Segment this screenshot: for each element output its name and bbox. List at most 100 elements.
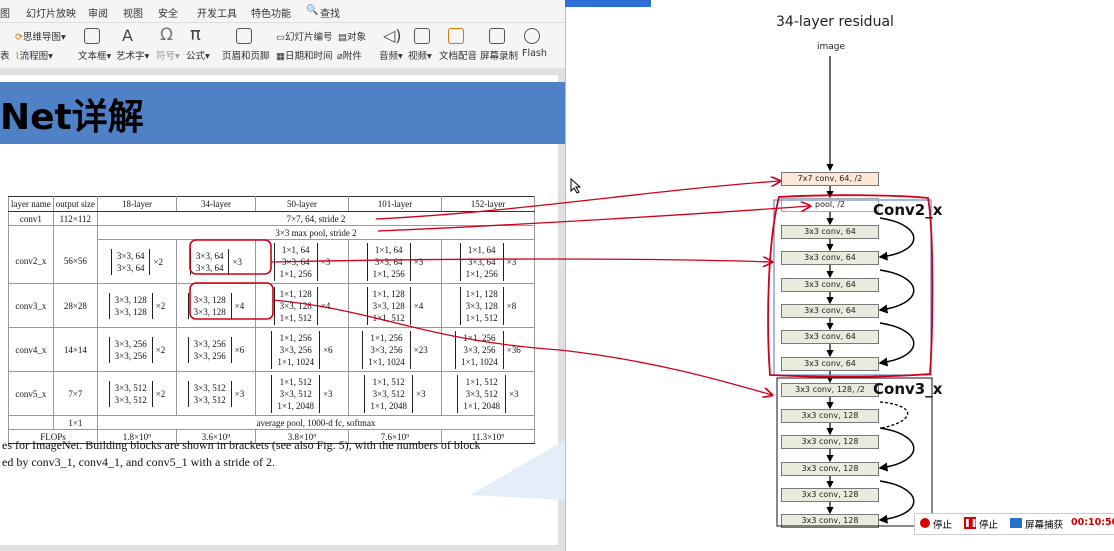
decorative-shape — [470, 440, 565, 500]
screen-record-button[interactable]: 屏幕录制 — [480, 48, 518, 62]
node-conv2: 3x3 conv, 64 — [781, 357, 879, 371]
node-conv1: 7x7 conv, 64, /2 — [781, 172, 879, 186]
cell-block: 3×3, 256 3×3, 256 ×6 — [175, 327, 256, 372]
screen-capture-button[interactable]: 屏幕捕获 — [1025, 517, 1063, 531]
header-50-layer: 50-layer — [254, 196, 349, 212]
table-button-partial[interactable]: 表 — [0, 48, 10, 62]
formula-button[interactable]: 公式▾ — [186, 48, 210, 62]
node-conv3: 3x3 conv, 128 — [781, 488, 879, 502]
pause-recording-button[interactable]: 停止 — [979, 517, 998, 531]
table-row-pool: 3×3 max pool, stride 2 — [8, 225, 535, 240]
node-conv3: 3x3 conv, 128 — [781, 435, 879, 449]
cell-block: 3×3, 64 3×3, 64 ×3 — [175, 239, 256, 284]
table-row-final: 1×1 average pool, 1000-d fc, softmax — [8, 415, 535, 430]
tab-slideshow[interactable]: 幻灯片放映 — [26, 5, 76, 20]
mindmap-button[interactable]: ⟳思维导图▾ — [15, 29, 66, 43]
table-header-row: layer name output size 18-layer 34-layer… — [8, 196, 535, 212]
cell-empty — [8, 225, 54, 240]
window-title-strip — [565, 0, 651, 7]
cell-output-size: 112×112 — [52, 211, 98, 226]
cell-block: 1×1, 64 3×3, 64 1×1, 256 ×3 — [254, 239, 349, 284]
textbox-button[interactable]: 文本框▾ — [78, 48, 111, 62]
label-conv3: Conv3_x — [873, 380, 943, 398]
cell-layer-name: conv2_x — [8, 239, 54, 284]
header-18-layer: 18-layer — [96, 196, 177, 212]
wordart-icon: A — [122, 26, 133, 45]
tab-view[interactable]: 视图 — [123, 5, 143, 20]
date-time-button[interactable]: ▦日期和时间 — [276, 48, 333, 62]
symbol-button[interactable]: 符号▾ — [156, 48, 180, 62]
node-conv2: 3x3 conv, 64 — [781, 330, 879, 344]
tab-features[interactable]: 特色功能 — [251, 5, 291, 20]
flash-button[interactable]: Flash — [522, 48, 547, 59]
tab-insert-partial[interactable]: 图 — [0, 5, 10, 20]
table-caption: es for ImageNet. Building blocks are sho… — [2, 437, 481, 471]
tab-security[interactable]: 安全 — [158, 5, 178, 20]
node-conv2: 3x3 conv, 64 — [781, 225, 879, 239]
record-stop-icon — [920, 518, 930, 528]
slide-number-icon: ▭ — [276, 32, 285, 43]
video-button[interactable]: 视频▾ — [408, 48, 432, 62]
cell-pool-desc: 3×3 max pool, stride 2 — [96, 225, 535, 240]
cell-empty — [52, 225, 98, 240]
table-row-conv3: conv3_x 28×28 3×3, 128 3×3, 128 ×2 3×3, 12… — [8, 283, 535, 328]
cell-block: 3×3, 512 3×3, 512 ×3 — [175, 371, 256, 416]
node-pool: pool, /2 — [781, 198, 879, 212]
flash-icon — [524, 28, 540, 44]
diagram-title: 34-layer residual — [776, 14, 894, 30]
node-conv2: 3x3 conv, 64 — [781, 278, 879, 292]
dubbing-icon — [448, 28, 464, 44]
cell-output-size: 28×28 — [52, 283, 98, 328]
audio-button[interactable]: 音频▾ — [379, 48, 403, 62]
cell-empty — [8, 415, 54, 430]
flowchart-button[interactable]: ⌇流程图▾ — [15, 48, 53, 62]
cell-layer-name: conv3_x — [8, 283, 54, 328]
node-conv3: 3x3 conv, 128 — [781, 514, 879, 528]
node-conv3: 3x3 conv, 128 — [781, 409, 879, 423]
cell-block: 1×1, 128 3×3, 128 1×1, 512 ×4 — [254, 283, 349, 328]
cell-block: 1×1, 128 3×3, 128 1×1, 512 ×8 — [440, 283, 535, 328]
cell-block: 3×3, 128 3×3, 128 ×2 — [96, 283, 177, 328]
stop-recording-button[interactable]: 停止 — [933, 517, 952, 531]
object-button[interactable]: ▤对象 — [338, 29, 366, 43]
ribbon-divider — [0, 22, 565, 23]
cell-block: 1×1, 512 3×3, 512 1×1, 2048 ×3 — [254, 371, 349, 416]
video-icon — [414, 28, 430, 44]
tab-review[interactable]: 审阅 — [88, 5, 108, 20]
formula-icon: π — [190, 24, 201, 45]
wordart-button[interactable]: 艺术字▾ — [116, 48, 149, 62]
pause-icon: ❚❚ — [964, 517, 978, 529]
mindmap-icon: ⟳ — [15, 32, 23, 43]
caption-line: ed by conv3_1, conv4_1, and conv5_1 with… — [2, 455, 275, 469]
slide-number-button[interactable]: ▭幻灯片编号 — [276, 29, 333, 43]
dubbing-button[interactable]: 文档配音 — [439, 48, 477, 62]
slide-title[interactable]: Net详解 — [0, 88, 144, 140]
tab-search[interactable]: 查找 — [320, 5, 340, 20]
resnet-architecture-table: layer name output size 18-layer 34-layer… — [8, 196, 535, 444]
cell-output-size: 7×7 — [52, 371, 98, 416]
search-icon[interactable]: 🔍 — [306, 5, 318, 16]
textbox-icon — [84, 28, 100, 44]
label-conv2: Conv2_x — [873, 201, 943, 219]
screen-recorder-toolbar: 停止 ❚❚ 停止 屏幕捕获 00:10:50 — [914, 513, 1114, 535]
header-output-size: output size — [52, 196, 98, 212]
tab-developer[interactable]: 开发工具 — [197, 5, 237, 20]
cell-output-size: 56×56 — [52, 239, 98, 284]
screen-record-icon — [489, 28, 505, 44]
cell-block: 1×1, 64 3×3, 64 1×1, 256 ×3 — [440, 239, 535, 284]
table-row-conv2: conv2_x 56×56 3×3, 64 3×3, 64 ×2 3×3, 64 3×… — [8, 239, 535, 284]
cell-block: 3×3, 512 3×3, 512 ×2 — [96, 371, 177, 416]
node-conv2: 3x3 conv, 64 — [781, 251, 879, 265]
header-footer-button[interactable]: 页眉和页脚 — [222, 48, 270, 62]
cell-layer-name: conv1 — [8, 211, 54, 226]
symbol-icon: Ω — [160, 25, 173, 45]
attachment-button[interactable]: ⌀附件 — [337, 48, 362, 62]
cell-block: 1×1, 512 3×3, 512 1×1, 2048 ×3 — [347, 371, 442, 416]
cell-block: 1×1, 64 3×3, 64 1×1, 256 ×3 — [347, 239, 442, 284]
cell-block: 1×1, 256 3×3, 256 1×1, 1024 ×23 — [347, 327, 442, 372]
cell-output-size: 1×1 — [52, 415, 98, 430]
header-34-layer: 34-layer — [175, 196, 256, 212]
cell-block: 3×3, 256 3×3, 256 ×2 — [96, 327, 177, 372]
header-layer-name: layer name — [8, 196, 54, 212]
diagram-input-label: image — [817, 42, 846, 52]
